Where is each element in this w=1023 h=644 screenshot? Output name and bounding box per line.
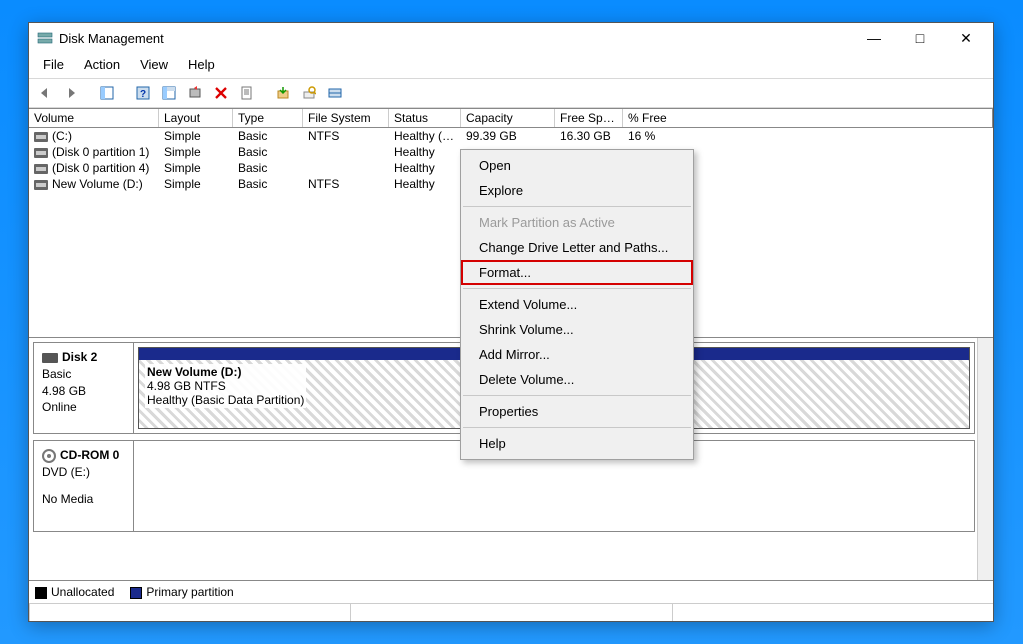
menu-file[interactable]: File bbox=[35, 55, 72, 74]
detach-vhd-button[interactable] bbox=[298, 82, 320, 104]
toolbar: ? bbox=[29, 79, 993, 108]
context-menu: OpenExplore Mark Partition as ActiveChang… bbox=[460, 149, 694, 460]
col-filesystem[interactable]: File System bbox=[303, 109, 389, 127]
menu-help[interactable]: Help bbox=[180, 55, 223, 74]
delete-button[interactable] bbox=[210, 82, 232, 104]
statusbar bbox=[29, 603, 993, 621]
col-type[interactable]: Type bbox=[233, 109, 303, 127]
volume-table-header: Volume Layout Type File System Status Ca… bbox=[29, 108, 993, 128]
minimize-button[interactable]: — bbox=[851, 23, 897, 53]
context-menu-item[interactable]: Delete Volume... bbox=[461, 367, 693, 392]
context-menu-item[interactable]: Change Drive Letter and Paths... bbox=[461, 235, 693, 260]
scrollbar[interactable] bbox=[977, 338, 993, 580]
disk-icon bbox=[42, 353, 58, 363]
vhd-button[interactable] bbox=[272, 82, 294, 104]
context-menu-item[interactable]: Extend Volume... bbox=[461, 292, 693, 317]
col-capacity[interactable]: Capacity bbox=[461, 109, 555, 127]
legend: Unallocated Primary partition bbox=[29, 580, 993, 603]
context-menu-item[interactable]: Add Mirror... bbox=[461, 342, 693, 367]
context-menu-item[interactable]: Explore bbox=[461, 178, 693, 203]
col-volume[interactable]: Volume bbox=[29, 109, 159, 127]
context-menu-item[interactable]: Shrink Volume... bbox=[461, 317, 693, 342]
cdrom-icon bbox=[42, 449, 56, 463]
col-pctfree[interactable]: % Free bbox=[623, 109, 993, 127]
options-button[interactable] bbox=[158, 82, 180, 104]
col-status[interactable]: Status bbox=[389, 109, 461, 127]
context-menu-item[interactable]: Open bbox=[461, 153, 693, 178]
legend-unallocated: Unallocated bbox=[35, 585, 114, 599]
volume-icon bbox=[34, 148, 48, 158]
properties-button[interactable] bbox=[236, 82, 258, 104]
show-hide-tree-button[interactable] bbox=[96, 82, 118, 104]
disk-label[interactable]: Disk 2Basic4.98 GBOnline bbox=[34, 343, 134, 433]
context-menu-item[interactable]: Format... bbox=[461, 260, 693, 285]
help-button[interactable]: ? bbox=[132, 82, 154, 104]
back-button[interactable] bbox=[34, 82, 56, 104]
titlebar[interactable]: Disk Management — □ ✕ bbox=[29, 23, 993, 53]
context-menu-item: Mark Partition as Active bbox=[461, 210, 693, 235]
disk-label[interactable]: CD-ROM 0DVD (E:)No Media bbox=[34, 441, 134, 531]
legend-primary: Primary partition bbox=[130, 585, 233, 599]
svg-text:?: ? bbox=[140, 89, 146, 100]
close-button[interactable]: ✕ bbox=[943, 23, 989, 53]
maximize-button[interactable]: □ bbox=[897, 23, 943, 53]
col-layout[interactable]: Layout bbox=[159, 109, 233, 127]
col-freespace[interactable]: Free Spa... bbox=[555, 109, 623, 127]
volume-icon bbox=[34, 132, 48, 142]
menu-view[interactable]: View bbox=[132, 55, 176, 74]
volume-icon bbox=[34, 164, 48, 174]
menu-action[interactable]: Action bbox=[76, 55, 128, 74]
context-menu-item[interactable]: Properties bbox=[461, 399, 693, 424]
app-icon bbox=[37, 30, 53, 46]
volume-icon bbox=[34, 180, 48, 190]
context-menu-item[interactable]: Help bbox=[461, 431, 693, 456]
refresh-button[interactable] bbox=[184, 82, 206, 104]
menubar: File Action View Help bbox=[29, 53, 993, 79]
window-title: Disk Management bbox=[59, 31, 164, 46]
rescan-button[interactable] bbox=[324, 82, 346, 104]
table-row[interactable]: (C:)SimpleBasicNTFSHealthy (B...99.39 GB… bbox=[29, 128, 993, 144]
forward-button[interactable] bbox=[60, 82, 82, 104]
